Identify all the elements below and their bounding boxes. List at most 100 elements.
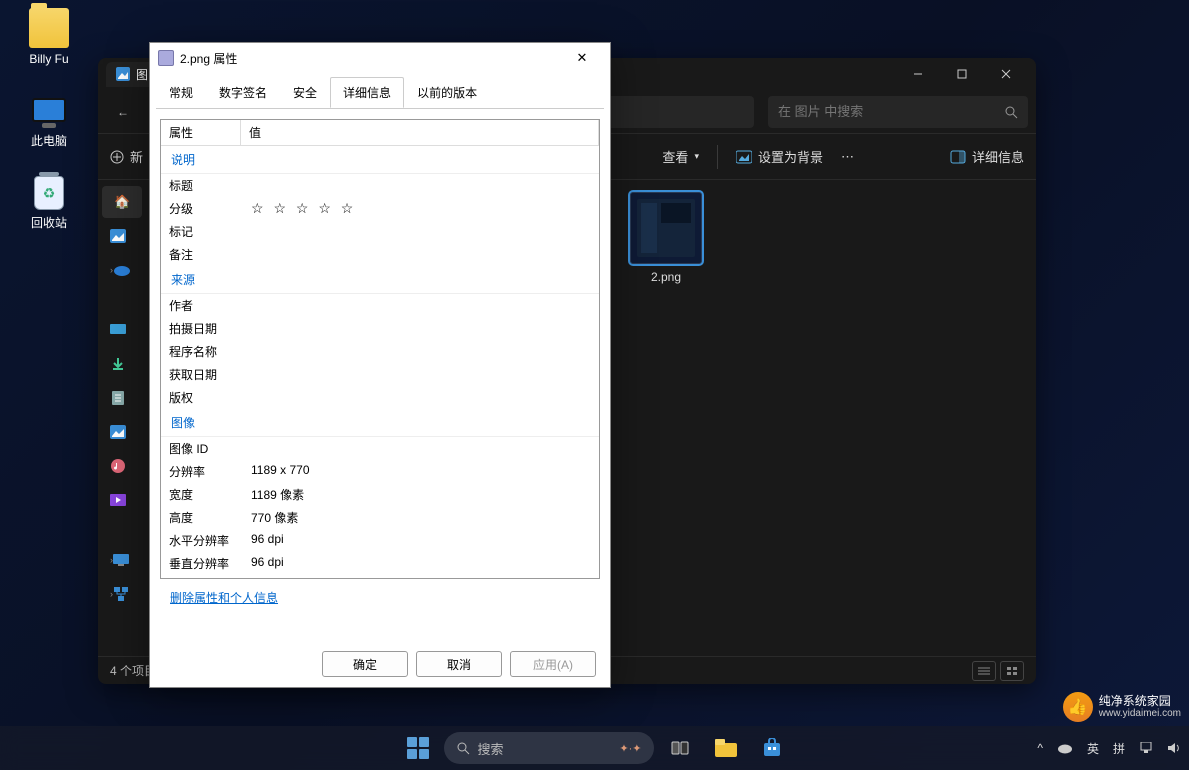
properties-table-body[interactable]: 说明标题分级☆ ☆ ☆ ☆ ☆标记备注来源作者拍摄日期程序名称获取日期版权图像图… — [161, 146, 599, 576]
explorer-search[interactable] — [768, 96, 1028, 128]
taskbar-explorer[interactable] — [706, 728, 746, 768]
remove-properties-link[interactable]: 删除属性和个人信息 — [170, 591, 278, 605]
sidebar-thispc[interactable]: › — [98, 544, 146, 576]
ribbon-view[interactable]: 查看 ▾ — [662, 147, 699, 166]
property-row[interactable]: 标题 — [161, 174, 599, 197]
property-row[interactable]: 垂直分辨率96 dpi — [161, 552, 599, 575]
sidebar-documents[interactable] — [98, 382, 146, 414]
back-button[interactable]: ← — [106, 96, 140, 128]
property-row[interactable]: 获取日期 — [161, 363, 599, 386]
property-name: 宽度 — [169, 486, 251, 503]
maximize-button[interactable] — [940, 58, 984, 90]
tab-details[interactable]: 详细信息 — [330, 77, 404, 108]
tray-cloud-icon[interactable] — [1057, 742, 1073, 754]
sidebar-gallery[interactable] — [98, 220, 146, 252]
property-value — [251, 440, 591, 457]
file-item-2png[interactable]: 2.png — [624, 192, 708, 644]
property-value — [251, 389, 591, 406]
property-value — [251, 320, 591, 337]
property-row[interactable]: 版权 — [161, 386, 599, 409]
sidebar-music[interactable] — [98, 450, 146, 482]
property-name: 图像 ID — [169, 440, 251, 457]
sparkle-icon: ✦·✦ — [619, 742, 641, 755]
explorer-tab-title: 图 — [136, 66, 148, 83]
column-property[interactable]: 属性 — [161, 120, 241, 145]
property-row[interactable]: 拍摄日期 — [161, 317, 599, 340]
tray-chevron-icon[interactable]: ^ — [1037, 741, 1043, 755]
ribbon-set-background[interactable]: 设置为背景 — [736, 147, 823, 166]
property-row[interactable]: 作者 — [161, 294, 599, 317]
property-row[interactable]: 标记 — [161, 220, 599, 243]
search-input[interactable] — [778, 104, 1004, 119]
property-name: 分辨率 — [169, 463, 251, 480]
minimize-button[interactable] — [896, 58, 940, 90]
property-name: 分级 — [169, 200, 251, 217]
desktop-folder-billy-fu[interactable]: Billy Fu — [14, 8, 84, 66]
tray-ime-lang[interactable]: 英 — [1087, 740, 1099, 757]
tab-digital-signatures[interactable]: 数字签名 — [206, 77, 280, 108]
property-row[interactable]: 宽度1189 像素 — [161, 483, 599, 506]
properties-title: 2.png 属性 — [180, 50, 237, 67]
ribbon-details[interactable]: 详细信息 — [950, 147, 1024, 166]
property-row[interactable]: 分级☆ ☆ ☆ ☆ ☆ — [161, 197, 599, 220]
ribbon-new[interactable]: 新 — [110, 147, 143, 166]
system-tray: ^ 英 拼 — [1037, 740, 1181, 757]
sidebar-downloads[interactable] — [98, 348, 146, 380]
taskbar-search[interactable]: 搜索 ✦·✦ — [444, 732, 654, 764]
sidebar-network[interactable]: › — [98, 578, 146, 610]
property-name: 标记 — [169, 223, 251, 240]
property-row[interactable]: 位深度24 — [161, 575, 599, 576]
details-icon — [950, 150, 966, 164]
ok-button[interactable]: 确定 — [322, 651, 408, 677]
watermark-title: 纯净系统家园 — [1099, 694, 1181, 708]
sidebar-onedrive[interactable]: › — [98, 254, 146, 286]
property-row[interactable]: 水平分辨率96 dpi — [161, 529, 599, 552]
desktop-recycle-bin[interactable]: 回收站 — [14, 176, 84, 231]
taskview-icon — [670, 740, 690, 756]
tray-ime-mode[interactable]: 拼 — [1113, 740, 1125, 757]
property-row[interactable]: 图像 ID — [161, 437, 599, 460]
file-name: 2.png — [624, 270, 708, 284]
cancel-button[interactable]: 取消 — [416, 651, 502, 677]
taskbar-store[interactable] — [752, 728, 792, 768]
close-button[interactable] — [984, 58, 1028, 90]
view-grid-button[interactable] — [1000, 661, 1024, 681]
tray-network-icon[interactable] — [1139, 742, 1153, 754]
sidebar-home[interactable]: 🏠 — [102, 186, 142, 218]
property-row[interactable]: 程序名称 — [161, 340, 599, 363]
property-value — [251, 297, 591, 314]
property-name: 标题 — [169, 177, 251, 194]
search-placeholder: 搜索 — [478, 739, 504, 758]
properties-dialog: 2.png 属性 ✕ 常规 数字签名 安全 详细信息 以前的版本 属性 值 说明… — [149, 42, 611, 688]
section-图像: 图像 — [161, 409, 599, 437]
watermark-icon: 👍 — [1063, 692, 1093, 722]
tab-general[interactable]: 常规 — [156, 77, 206, 108]
picture-icon — [736, 150, 752, 164]
property-row[interactable]: 备注 — [161, 243, 599, 266]
section-说明: 说明 — [161, 146, 599, 174]
desktop-this-pc[interactable]: 此电脑 — [14, 90, 84, 149]
close-button[interactable]: ✕ — [562, 50, 602, 66]
sidebar-desktop[interactable] — [98, 314, 146, 346]
property-value: 770 像素 — [251, 509, 591, 526]
tray-volume-icon[interactable] — [1167, 742, 1181, 754]
sidebar-pictures[interactable] — [98, 416, 146, 448]
property-value — [251, 343, 591, 360]
ribbon-more[interactable]: ⋯ — [841, 149, 854, 165]
property-value — [251, 223, 591, 240]
task-view-button[interactable] — [660, 728, 700, 768]
start-button[interactable] — [398, 728, 438, 768]
properties-tabs: 常规 数字签名 安全 详细信息 以前的版本 — [150, 73, 610, 108]
property-row[interactable]: 高度770 像素 — [161, 506, 599, 529]
apply-button[interactable]: 应用(A) — [510, 651, 596, 677]
sidebar-videos[interactable] — [98, 484, 146, 516]
properties-table: 属性 值 说明标题分级☆ ☆ ☆ ☆ ☆标记备注来源作者拍摄日期程序名称获取日期… — [160, 119, 600, 579]
view-details-button[interactable] — [972, 661, 996, 681]
tab-security[interactable]: 安全 — [280, 77, 330, 108]
file-thumbnail — [630, 192, 702, 264]
tab-previous-versions[interactable]: 以前的版本 — [404, 77, 490, 108]
desktop-icon-label: 回收站 — [14, 214, 84, 231]
property-row[interactable]: 分辨率1189 x 770 — [161, 460, 599, 483]
column-value[interactable]: 值 — [241, 120, 599, 145]
file-icon — [158, 50, 174, 66]
